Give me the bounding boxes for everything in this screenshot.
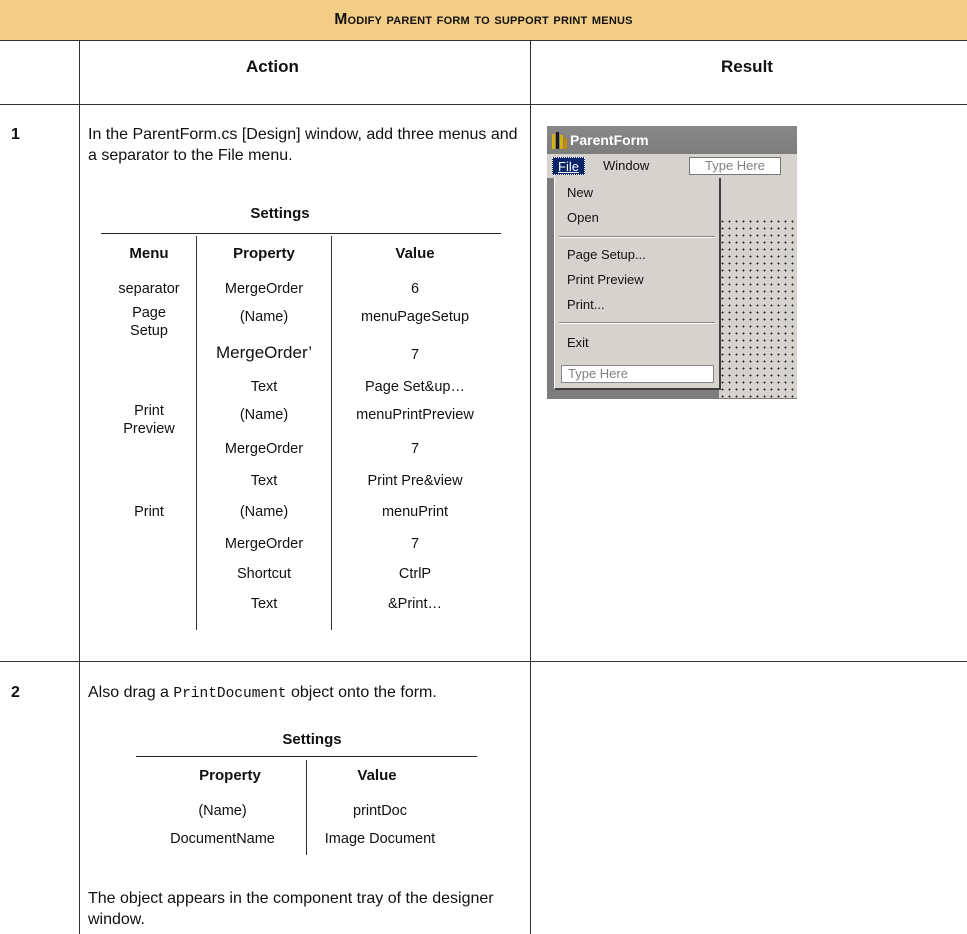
- table-cell: Print Pre&view: [367, 473, 463, 489]
- step-number: 1: [11, 126, 20, 143]
- menu-window[interactable]: Window: [603, 157, 649, 175]
- column-divider-left: [79, 41, 80, 934]
- form-grid: [719, 218, 797, 398]
- menu-item-type-here[interactable]: Type Here: [561, 365, 714, 383]
- step-number: 2: [11, 684, 20, 701]
- menu-file[interactable]: File: [552, 157, 585, 175]
- table-cell: CtrlP: [398, 566, 432, 582]
- table-cell: menuPageSetup: [360, 309, 470, 325]
- table-cell: (Name): [239, 504, 289, 520]
- table-cell: 6: [410, 281, 420, 297]
- table-cell: Image Document: [324, 831, 436, 847]
- column-header: Value: [395, 245, 435, 262]
- table-cell: 7: [410, 347, 420, 363]
- menu-item-open[interactable]: Open: [567, 210, 599, 225]
- menu-item-page-setup[interactable]: Page Setup...: [567, 247, 646, 262]
- step-instruction: Also drag a PrintDocument object onto th…: [88, 682, 518, 705]
- table-cell: MergeOrder: [224, 536, 304, 552]
- action-column-header: Action: [246, 57, 299, 76]
- table-cell: menuPrintPreview: [356, 407, 474, 423]
- column-divider-right: [530, 41, 531, 934]
- table-cell: menuPrint: [381, 504, 449, 520]
- menu-separator: [559, 322, 715, 324]
- instruction-text: Also drag a: [88, 684, 174, 701]
- window-title: ParentForm: [570, 132, 649, 148]
- step-note: The object appears in the component tray…: [88, 890, 494, 928]
- settings-top-rule: [136, 756, 477, 757]
- table-cell: 7: [410, 536, 420, 552]
- column-header: Property: [233, 245, 295, 262]
- table-cell: Page Setup: [130, 305, 168, 339]
- header-rule: [0, 104, 967, 105]
- file-dropdown-menu: New Open Page Setup... Print Preview Pri…: [554, 178, 721, 390]
- section-title: Modify parent form to support print menu…: [0, 0, 967, 41]
- step-instruction: In the ParentForm.cs [Design] window, ad…: [88, 126, 518, 164]
- table-cell: (Name): [239, 407, 289, 423]
- table-cell: Print Preview: [123, 403, 175, 437]
- designer-screenshot: ParentForm File Window Type Here New Ope…: [547, 126, 797, 399]
- window-titlebar: ParentForm: [547, 126, 797, 154]
- table-cell: Text: [250, 473, 278, 489]
- class-name-code: PrintDocument: [173, 686, 287, 702]
- table-cell: Shortcut: [237, 566, 291, 582]
- menu-item-new[interactable]: New: [567, 185, 593, 200]
- app-icon: [552, 131, 567, 149]
- menu-item-print[interactable]: Print...: [567, 297, 605, 312]
- table-cell: separator: [118, 281, 180, 297]
- table-cell: 7: [410, 441, 420, 457]
- table-cell: Text: [250, 596, 278, 612]
- table-cell: MergeOrder’: [215, 343, 313, 362]
- menu-item-print-preview[interactable]: Print Preview: [567, 272, 644, 287]
- settings-col-divider: [306, 760, 307, 855]
- instruction-text: object onto the form.: [286, 684, 437, 701]
- form-surface: [719, 178, 797, 218]
- table-cell: (Name): [239, 309, 289, 325]
- settings-title: Settings: [282, 731, 342, 748]
- column-header: Value: [357, 767, 397, 784]
- settings-col-divider: [331, 236, 332, 630]
- table-cell: &Print…: [388, 596, 442, 612]
- menu-bar: File Window Type Here: [547, 154, 797, 178]
- step-rule: [0, 661, 967, 662]
- menu-item-exit[interactable]: Exit: [567, 335, 589, 350]
- settings-title: Settings: [250, 205, 310, 222]
- table-cell: Page Set&up…: [365, 379, 465, 395]
- table-cell: printDoc: [353, 803, 407, 819]
- result-column-header: Result: [721, 57, 773, 76]
- table-cell: MergeOrder: [224, 441, 304, 457]
- table-cell: DocumentName: [170, 831, 275, 847]
- table-cell: Print: [134, 504, 164, 520]
- column-header: Property: [199, 767, 261, 784]
- menu-separator: [559, 236, 715, 238]
- settings-top-rule: [101, 233, 501, 234]
- table-cell: MergeOrder: [224, 281, 304, 297]
- settings-col-divider: [196, 236, 197, 630]
- menu-file-label: File: [558, 159, 579, 174]
- menu-type-here[interactable]: Type Here: [689, 157, 781, 175]
- column-header: Menu: [129, 245, 169, 262]
- table-cell: Text: [250, 379, 278, 395]
- table-cell: (Name): [198, 803, 247, 819]
